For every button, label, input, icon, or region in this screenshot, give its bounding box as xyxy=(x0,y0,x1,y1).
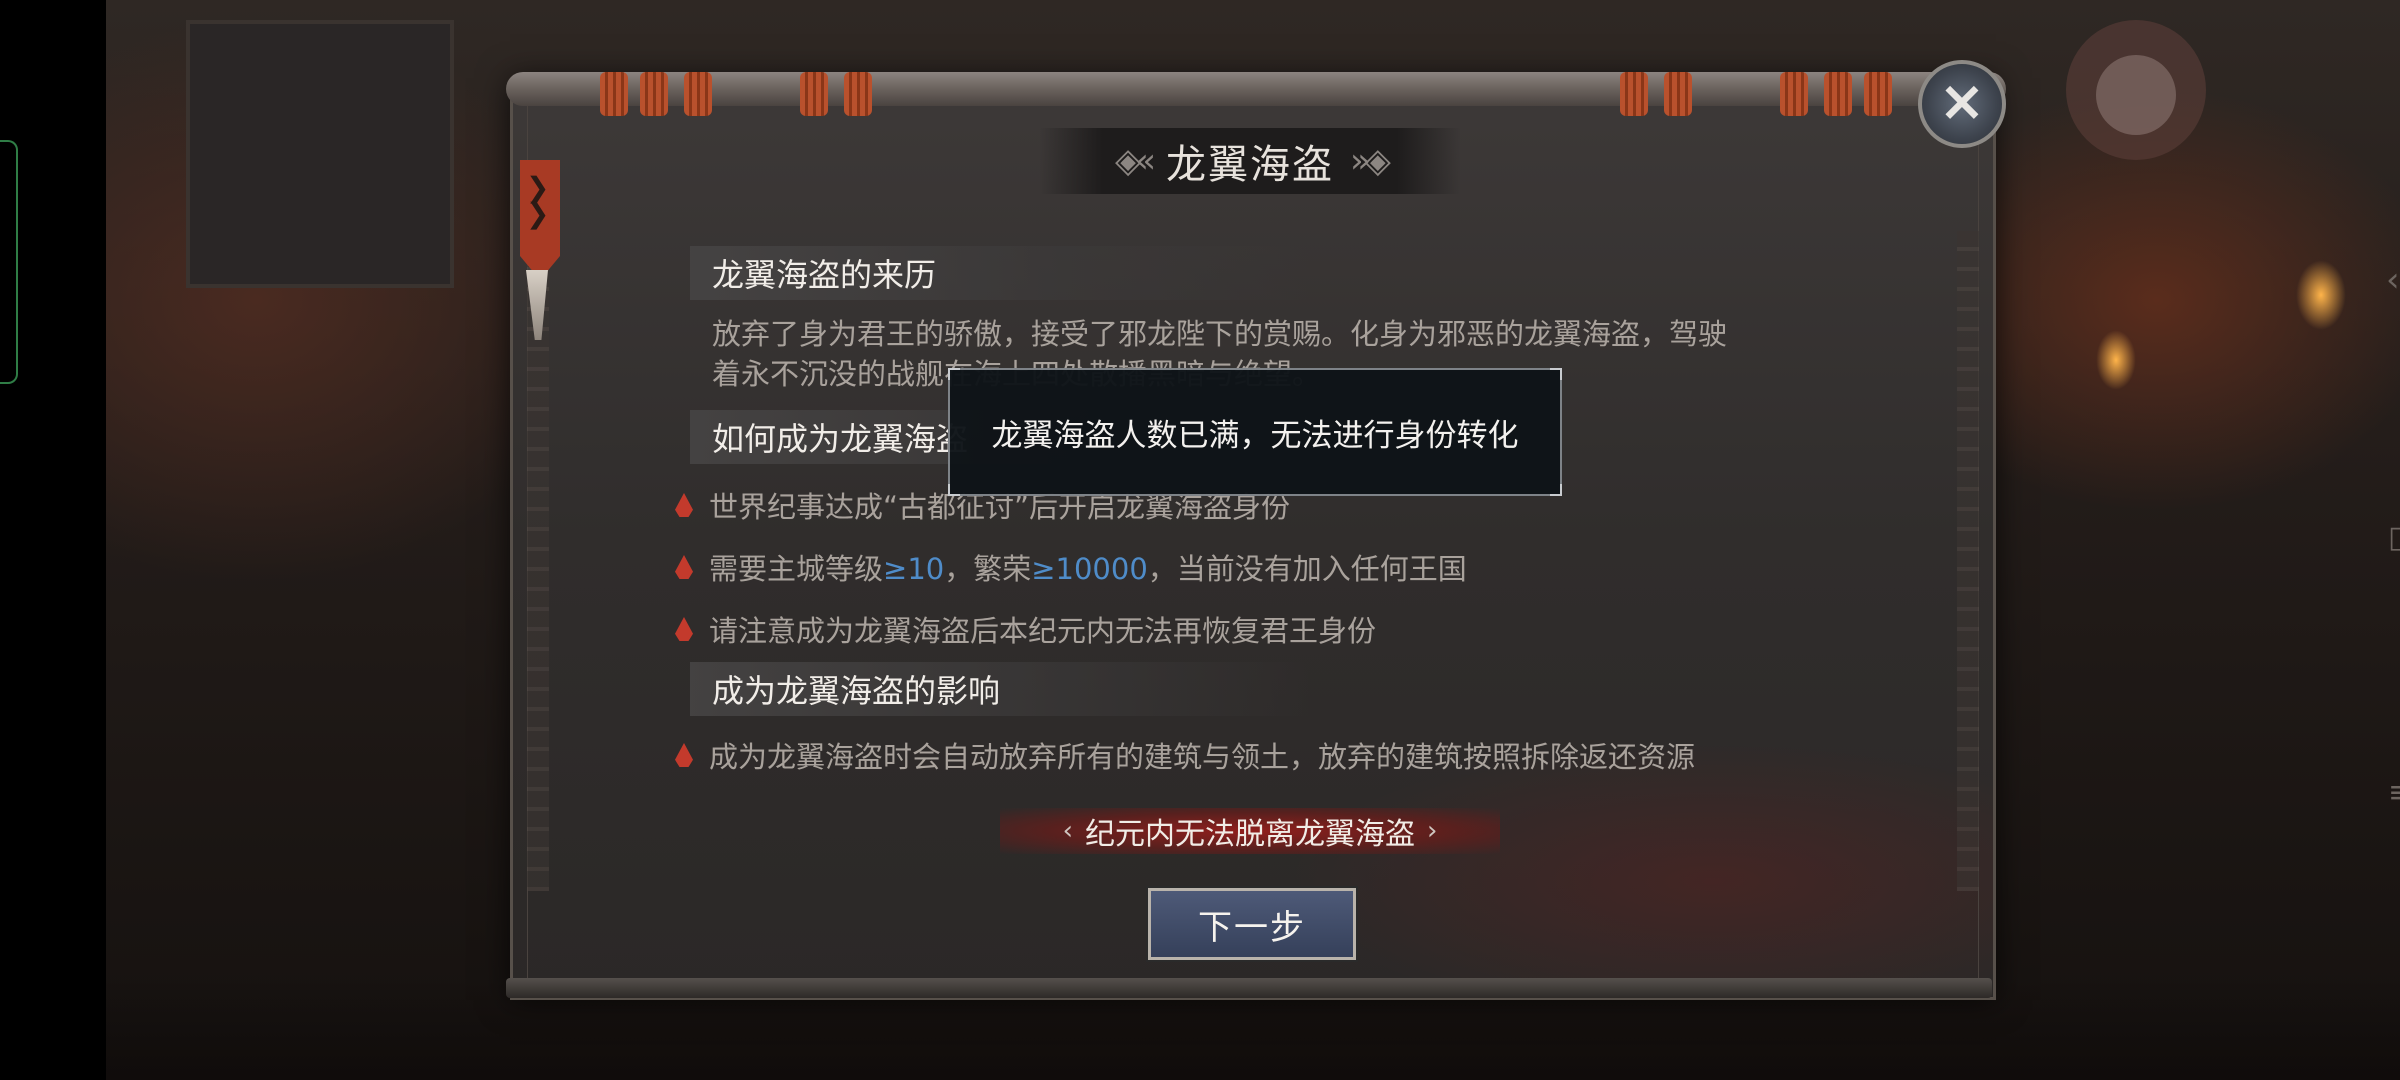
pirate-dialog-panel xyxy=(510,78,1996,1000)
arrow-left-icon: ‹ xyxy=(1062,816,1073,846)
flame-bullet-icon xyxy=(675,617,693,641)
flame-bullet-icon xyxy=(675,555,693,579)
close-icon: × xyxy=(1938,69,1986,134)
requirement-text: 需要主城等级≥10，繁荣≥10000，当前没有加入任何王国 xyxy=(709,546,1467,588)
rope-wrap xyxy=(600,72,628,116)
flame-bullet-icon xyxy=(675,743,693,767)
title-plate: ◈« 龙翼海盗 »◈ xyxy=(1040,128,1460,194)
requirement-suffix: ，当前没有加入任何王国 xyxy=(1147,552,1467,586)
rope-wrap xyxy=(1780,72,1808,116)
rope-wrap xyxy=(800,72,828,116)
banner-chevron-icon: ❯ ❯ xyxy=(526,171,550,230)
title-ornament-right-icon: »◈ xyxy=(1350,141,1391,181)
requirement-item: 请注意成为龙翼海盗后本纪元内无法再恢复君王身份 xyxy=(675,608,1376,650)
rope-wrap xyxy=(844,72,872,116)
panel-ornament-right xyxy=(1957,231,1979,891)
corner-deco xyxy=(948,368,960,380)
dialog-title: 龙翼海盗 xyxy=(1166,142,1334,188)
level-requirement-value: ≥10 xyxy=(883,552,945,586)
corner-deco xyxy=(1550,484,1562,496)
effect-text: 成为龙翼海盗时会自动放弃所有的建筑与领土，放弃的建筑按照拆除返还资源 xyxy=(709,740,1696,774)
next-step-button[interactable]: 下一步 xyxy=(1148,888,1356,960)
title-ornament-left-icon: ◈« xyxy=(1115,141,1156,181)
rope-wrap xyxy=(684,72,712,116)
section-heading-text: 龙翼海盗的来历 xyxy=(712,256,937,294)
warning-banner: ‹ 纪元内无法脱离龙翼海盗 › xyxy=(1000,808,1500,854)
origin-line-1: 放弃了身为君王的骄傲，接受了邪龙陛下的赏赐。化身为邪恶的龙翼海盗，驾驶 xyxy=(712,317,1728,351)
requirement-mid: ，繁荣 xyxy=(944,552,1032,586)
rope-wrap xyxy=(1864,72,1892,116)
section-heading-text: 成为龙翼海盗的影响 xyxy=(712,672,1001,710)
rope-wrap xyxy=(1824,72,1852,116)
arrow-right-icon: › xyxy=(1427,816,1438,846)
toast-message: 龙翼海盗人数已满，无法进行身份转化 xyxy=(948,368,1562,496)
prosperity-requirement-value: ≥10000 xyxy=(1031,552,1148,586)
requirement-text: 请注意成为龙翼海盗后本纪元内无法再恢复君王身份 xyxy=(709,614,1377,648)
background-flag xyxy=(2096,55,2176,135)
section-heading-origin: 龙翼海盗的来历 xyxy=(690,246,1310,300)
side-menu-icon[interactable]: ≡ xyxy=(2388,775,2400,810)
edge-gesture-handle xyxy=(0,140,18,384)
rope-wrap xyxy=(1664,72,1692,116)
torch-fire xyxy=(2296,260,2346,330)
warning-text: 纪元内无法脱离龙翼海盗 xyxy=(1085,817,1415,852)
effect-item: 成为龙翼海盗时会自动放弃所有的建筑与领土，放弃的建筑按照拆除返还资源 xyxy=(675,734,1695,776)
rope-wrap xyxy=(640,72,668,116)
torch-fire xyxy=(2096,330,2136,390)
side-chevron-icon[interactable]: ‹ xyxy=(2386,260,2400,300)
corner-deco xyxy=(948,484,960,496)
toast-text: 龙翼海盗人数已满，无法进行身份转化 xyxy=(991,417,1519,454)
requirement-item: 需要主城等级≥10，繁荣≥10000，当前没有加入任何王国 xyxy=(675,546,1467,588)
flame-bullet-icon xyxy=(675,493,693,517)
panel-bottom-beam xyxy=(506,978,1992,998)
next-step-label: 下一步 xyxy=(1198,907,1306,948)
side-tab-icon[interactable]: ▯ xyxy=(2388,520,2400,555)
section-heading-text: 如何成为龙翼海盗 xyxy=(712,420,969,458)
requirement-prefix: 需要主城等级 xyxy=(709,552,884,586)
section-heading-effects: 成为龙翼海盗的影响 xyxy=(690,662,1310,716)
close-button[interactable]: × xyxy=(1918,60,2006,148)
rope-wrap xyxy=(1620,72,1648,116)
background-building xyxy=(186,20,454,288)
corner-deco xyxy=(1550,368,1562,380)
left-system-bar xyxy=(0,0,106,1080)
